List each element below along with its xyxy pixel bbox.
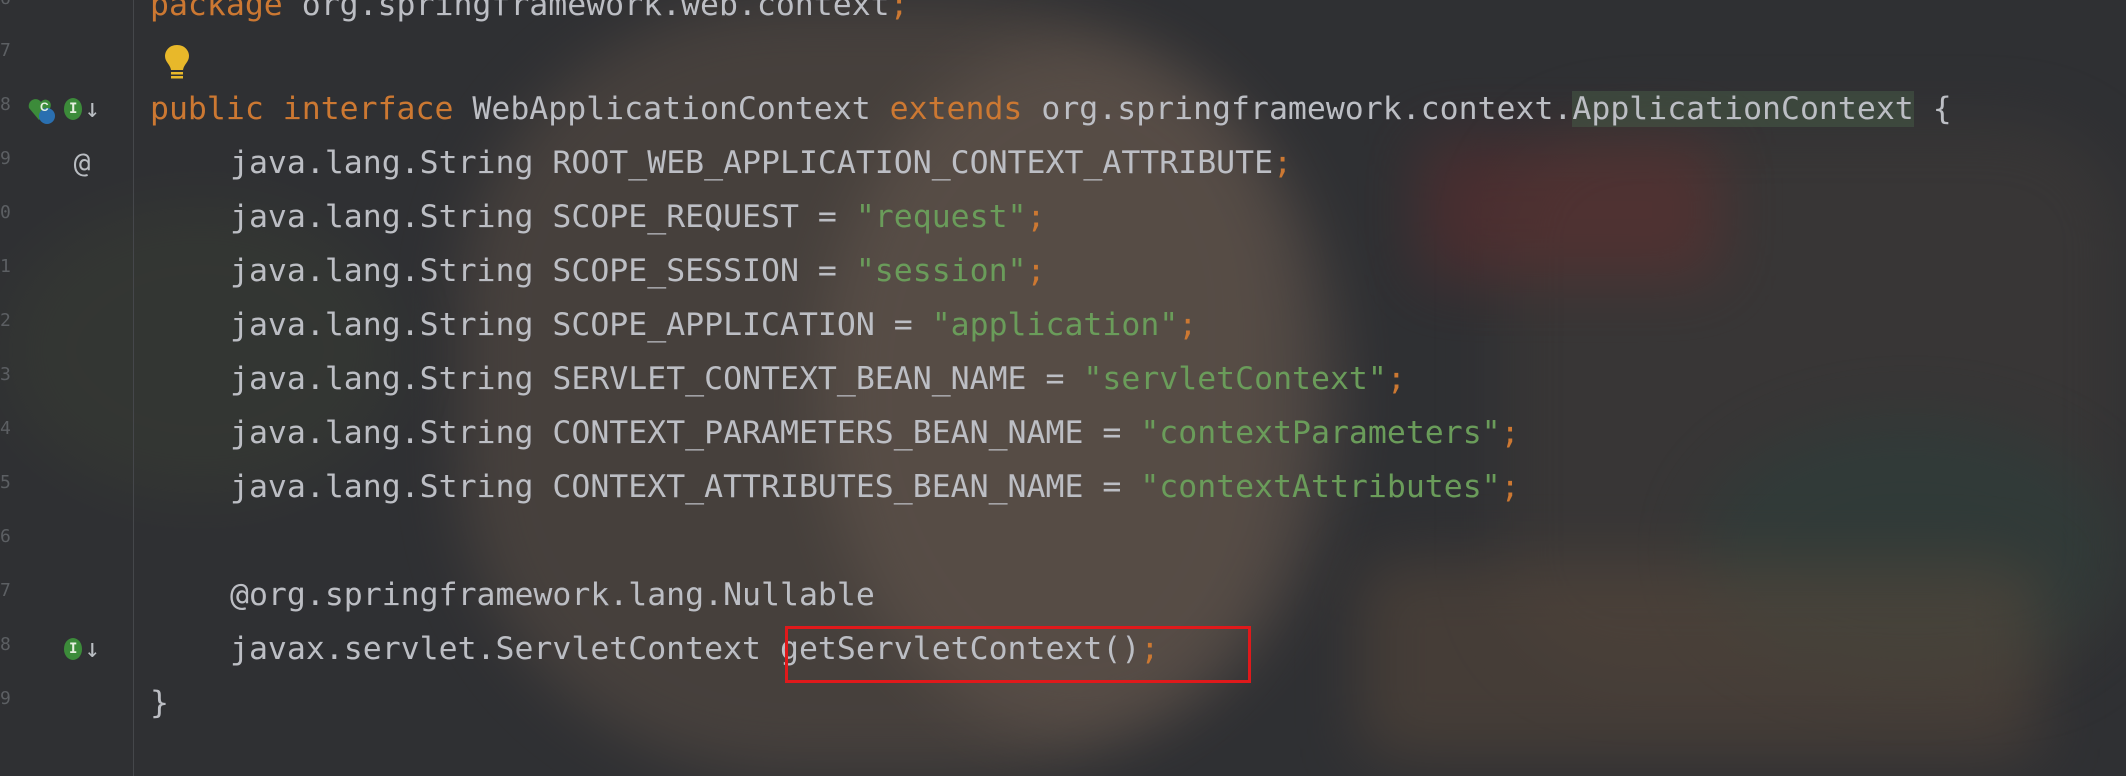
line-number: 5 <box>0 472 10 493</box>
line-number: 8 <box>0 94 10 115</box>
code-line-field: java.lang.String CONTEXT_ATTRIBUTES_BEAN… <box>230 469 1520 505</box>
line-number: 3 <box>0 364 10 385</box>
implementations-icon[interactable]: I ↓ <box>64 94 100 124</box>
line-number: 0 <box>0 202 10 223</box>
method-implementations-icon[interactable]: I ↓ <box>64 634 100 664</box>
code-line-field: java.lang.String ROOT_WEB_APPLICATION_CO… <box>230 145 1293 181</box>
code-line-field: java.lang.String CONTEXT_PARAMETERS_BEAN… <box>230 415 1520 451</box>
line-number: 8 <box>0 634 10 655</box>
code-line-field: java.lang.String SERVLET_CONTEXT_BEAN_NA… <box>230 361 1406 397</box>
impl-badge: I <box>64 638 83 660</box>
line-number: 1 <box>0 256 10 277</box>
line-number: 9 <box>0 688 10 709</box>
arrow-down-icon: ↓ <box>84 634 100 664</box>
at-symbol: @ <box>73 145 91 179</box>
line-number: 6 <box>0 526 10 547</box>
class-badge-letter: C <box>40 100 49 114</box>
code-line-field: java.lang.String SCOPE_REQUEST = "reques… <box>230 199 1046 235</box>
arrow-down-icon: ↓ <box>84 94 100 124</box>
code-line-closing-brace: } <box>150 685 169 721</box>
annotation-at-icon[interactable]: @ <box>64 144 100 180</box>
subclass-badge-icon[interactable]: C <box>20 94 60 124</box>
line-number: 7 <box>0 580 10 601</box>
code-line-interface-declaration: public interface WebApplicationContext e… <box>150 91 1952 127</box>
line-number: 2 <box>0 310 10 331</box>
code-editor[interactable]: package org.springframework.web.context;… <box>150 0 2126 721</box>
impl-badge: I <box>64 98 83 120</box>
parent-type-highlight: ApplicationContext <box>1572 91 1914 127</box>
highlight-box <box>785 626 1251 683</box>
code-line-package: package org.springframework.web.context; <box>150 0 909 23</box>
line-number: 7 <box>0 40 10 61</box>
line-number: 4 <box>0 418 10 439</box>
line-number: 9 <box>0 148 10 169</box>
code-line-field: java.lang.String SCOPE_APPLICATION = "ap… <box>230 307 1198 343</box>
code-line-annotation: @org.springframework.lang.Nullable <box>230 577 875 613</box>
code-line-field: java.lang.String SCOPE_SESSION = "sessio… <box>230 253 1046 289</box>
line-number: 6 <box>0 0 10 9</box>
editor-gutter: 6 7 8 9 0 1 2 3 4 5 6 7 8 9 C I ↓ @ I ↓ <box>0 0 134 776</box>
